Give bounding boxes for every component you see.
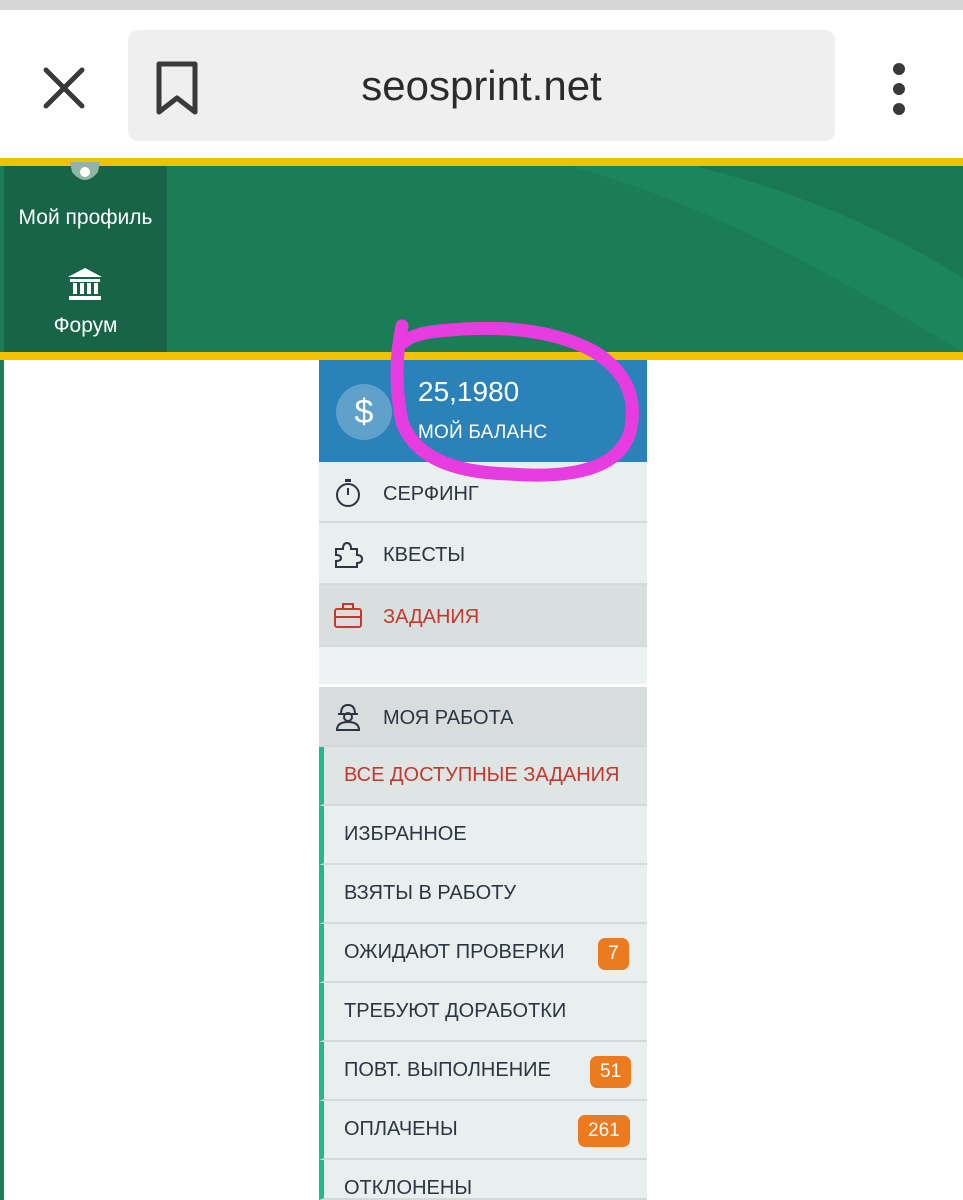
page-left-edge	[0, 360, 4, 1200]
sub-item-label: ВЗЯТЫ В РАБОТУ	[344, 882, 517, 904]
menu-item-label: КВЕСТЫ	[383, 544, 466, 566]
sub-item-label: ОТКЛОНЕНЫ	[344, 1177, 473, 1199]
sub-item-needs-revision[interactable]: ТРЕБУЮТ ДОРАБОТКИ	[319, 983, 647, 1042]
menu-item-quests[interactable]: КВЕСТЫ	[319, 523, 647, 585]
gear-icon	[70, 162, 100, 180]
bank-icon	[68, 268, 102, 300]
more-vert-icon	[893, 63, 905, 115]
my-work-header[interactable]: МОЯ РАБОТА	[319, 687, 647, 747]
forum-link[interactable]: Форум	[4, 314, 167, 338]
bookmark-icon	[156, 61, 198, 115]
count-badge: 7	[598, 938, 629, 970]
close-button[interactable]	[34, 58, 94, 118]
side-panel: Мой профиль Форум	[4, 162, 167, 352]
bookmark-button[interactable]	[150, 58, 204, 118]
sub-item-awaiting-review[interactable]: ОЖИДАЮТ ПРОВЕРКИ 7	[319, 924, 647, 983]
sub-item-label: ИЗБРАННОЕ	[344, 823, 467, 845]
sub-item-in-progress[interactable]: ВЗЯТЫ В РАБОТУ	[319, 865, 647, 924]
puzzle-icon	[335, 541, 363, 568]
profile-link[interactable]: Мой профиль	[4, 206, 167, 230]
hand-drawn-highlight	[390, 319, 639, 482]
sub-item-paid[interactable]: ОПЛАЧЕНЫ 261	[319, 1101, 647, 1160]
count-badge: 261	[578, 1115, 630, 1147]
stopwatch-icon	[336, 479, 360, 507]
address-bar[interactable]: seosprint.net	[128, 30, 835, 141]
my-work-label: МОЯ РАБОТА	[383, 707, 514, 729]
sub-item-repeat[interactable]: ПОВТ. ВЫПОЛНЕНИЕ 51	[319, 1042, 647, 1101]
sub-item-rejected[interactable]: ОТКЛОНЕНЫ	[319, 1160, 647, 1200]
sub-item-favorites[interactable]: ИЗБРАННОЕ	[319, 806, 647, 865]
header-top-stripe	[0, 158, 963, 166]
url-text[interactable]: seosprint.net	[128, 30, 835, 141]
close-icon	[43, 67, 85, 109]
status-strip	[0, 0, 963, 10]
menu-spacer	[319, 647, 647, 684]
browser-toolbar: seosprint.net	[0, 10, 963, 160]
sub-item-label: ОПЛАЧЕНЫ	[344, 1118, 458, 1140]
sub-item-label: ВСЕ ДОСТУПНЫЕ ЗАДАНИЯ	[344, 764, 620, 786]
sub-item-label: ТРЕБУЮТ ДОРАБОТКИ	[344, 1000, 567, 1022]
briefcase-icon	[334, 603, 362, 628]
menu-item-tasks[interactable]: ЗАДАНИЯ	[319, 585, 647, 647]
menu-item-label: ЗАДАНИЯ	[383, 606, 480, 628]
sub-item-label: ПОВТ. ВЫПОЛНЕНИЕ	[344, 1059, 551, 1081]
sub-item-label: ОЖИДАЮТ ПРОВЕРКИ	[344, 941, 565, 963]
sub-item-all-tasks[interactable]: ВСЕ ДОСТУПНЫЕ ЗАДАНИЯ	[319, 747, 647, 806]
count-badge: 51	[590, 1056, 632, 1088]
more-menu-button[interactable]	[874, 60, 924, 120]
worker-icon	[335, 703, 361, 731]
